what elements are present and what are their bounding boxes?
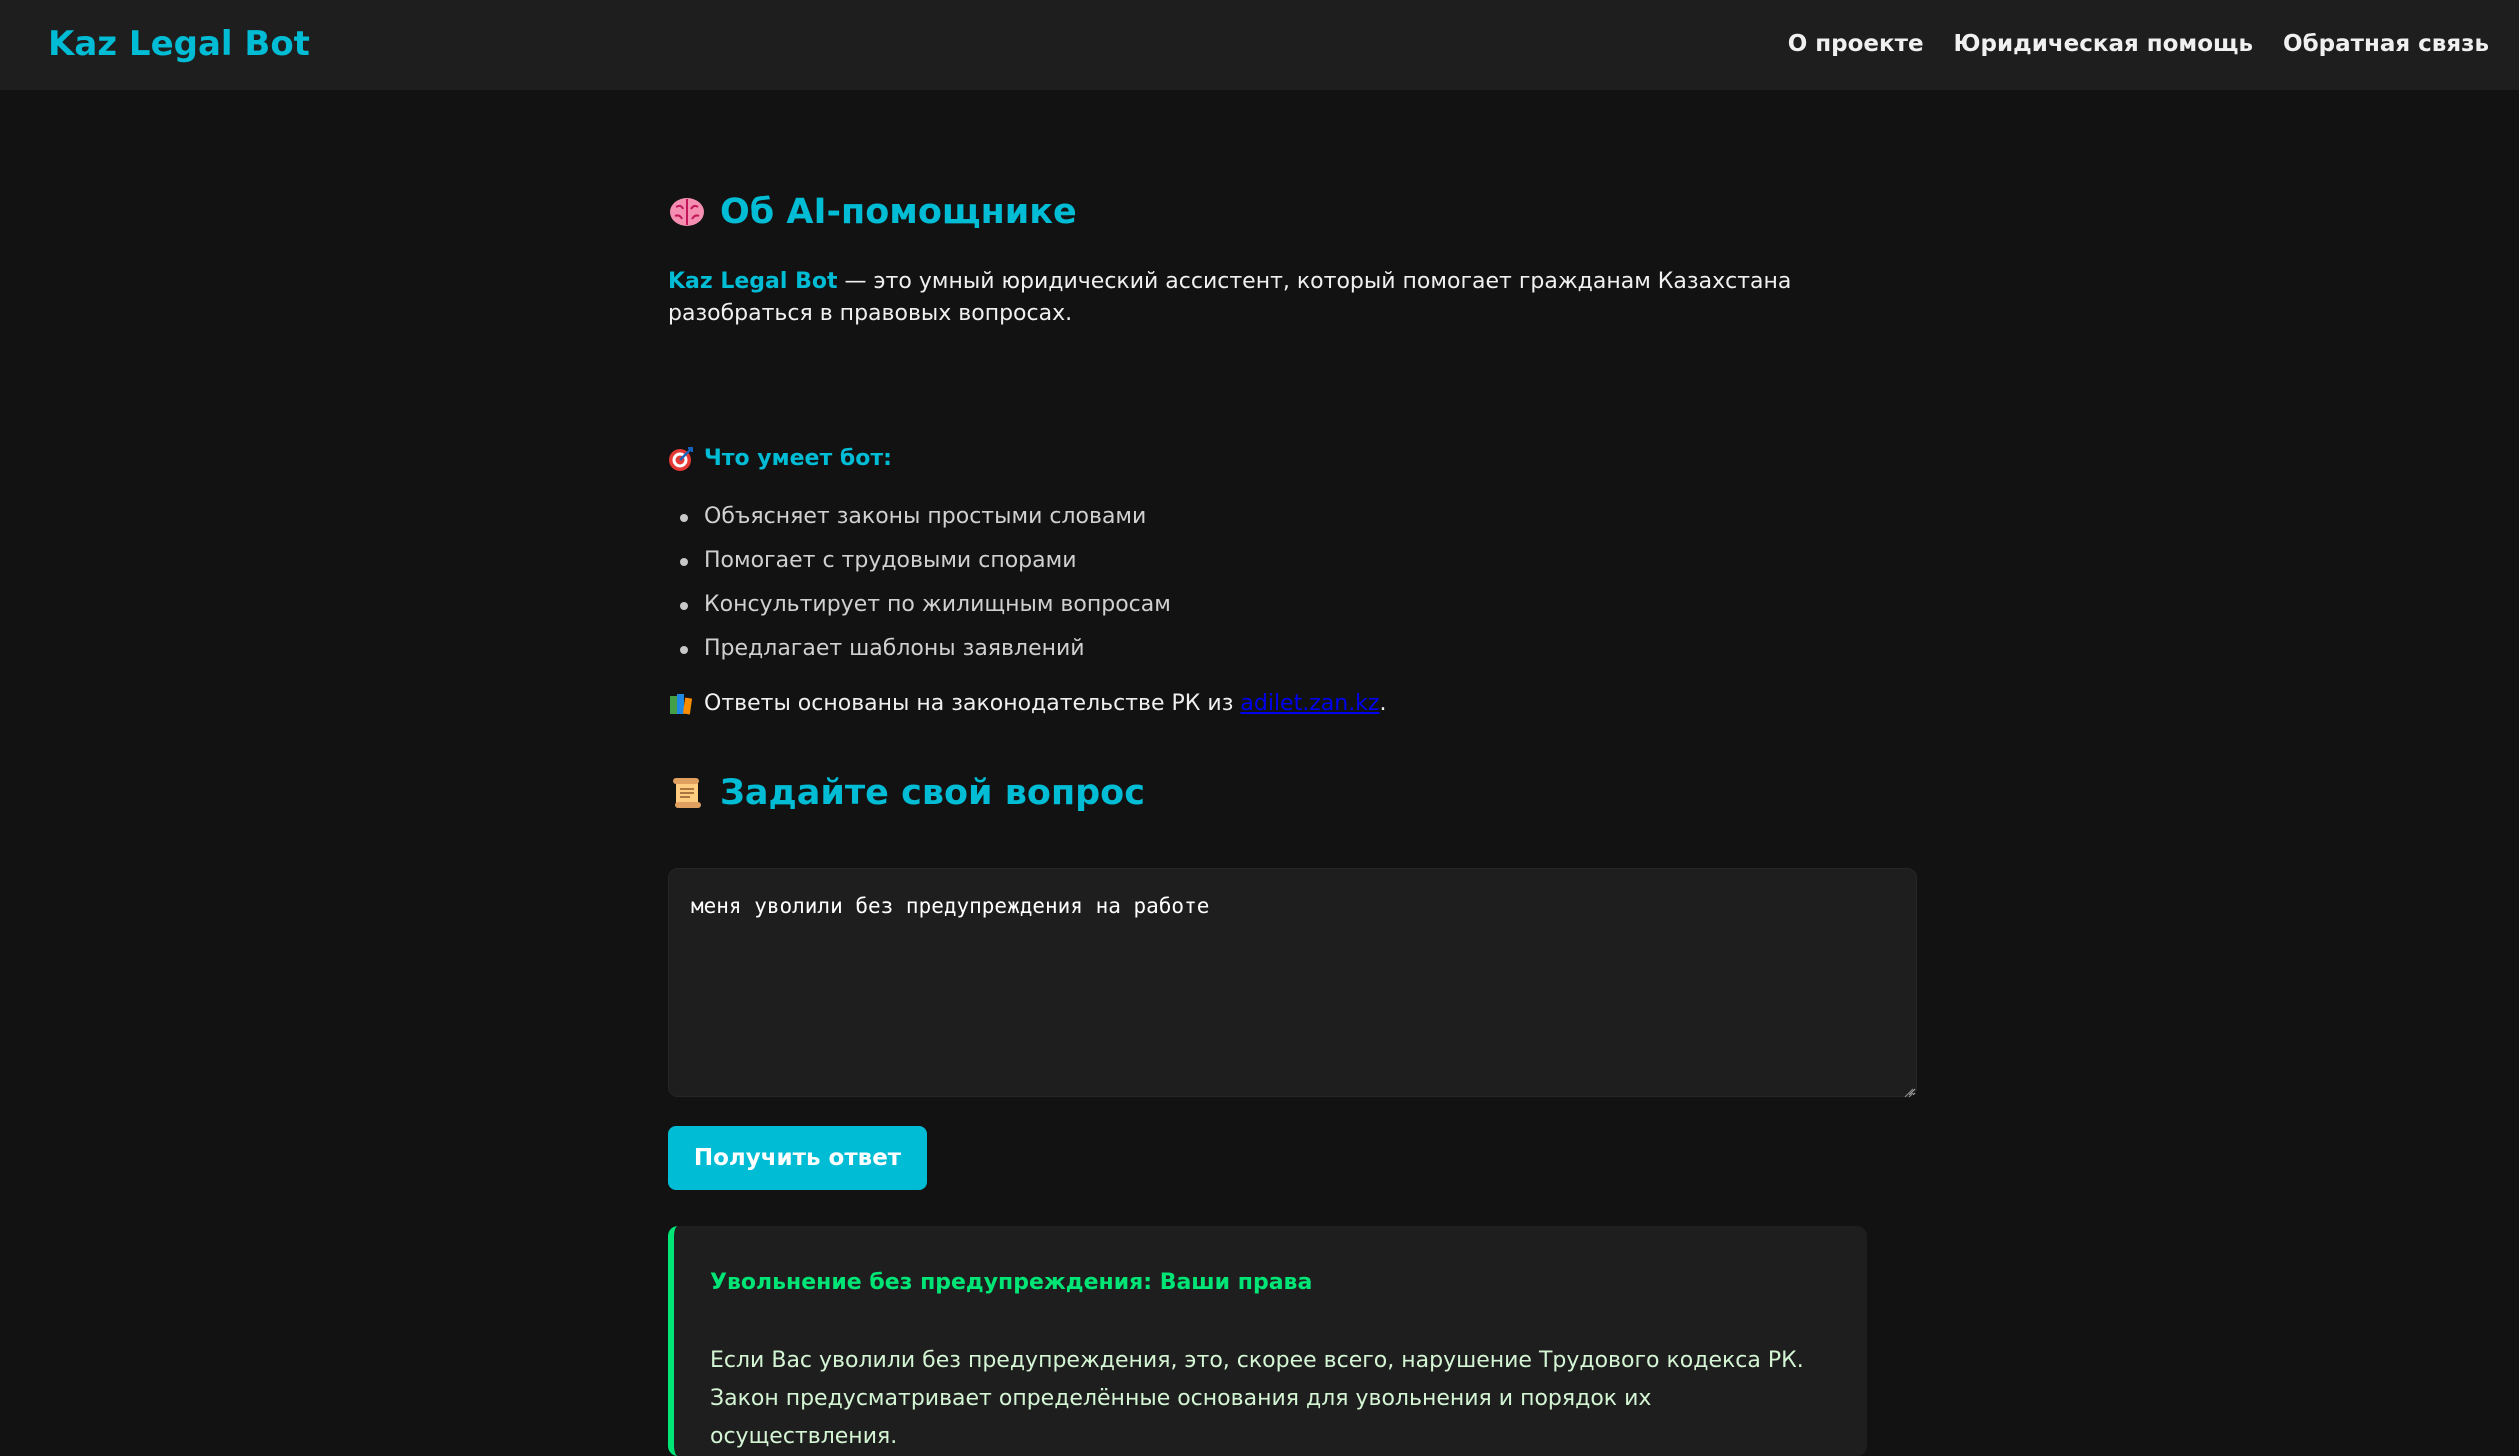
nav-links: О проекте Юридическая помощь Обратная св… — [1788, 26, 2489, 62]
about-section-title: Об AI-помощнике — [668, 187, 1077, 237]
nav-link-feedback[interactable]: Обратная связь — [2283, 26, 2489, 62]
answer-card: Увольнение без предупреждения: Ваши прав… — [668, 1226, 1867, 1456]
list-item: Консультирует по жилищным вопросам — [668, 583, 1171, 627]
source-link[interactable]: adilet.zan.kz — [1240, 691, 1379, 716]
features-heading: Что умеет бот: — [668, 442, 892, 476]
features-heading-text: Что умеет бот: — [704, 446, 892, 471]
top-navbar: Kaz Legal Bot О проекте Юридическая помо… — [0, 0, 2519, 90]
get-answer-button[interactable]: Получить ответ — [668, 1126, 927, 1190]
list-item: Объясняет законы простыми словами — [668, 495, 1171, 539]
books-icon — [668, 691, 694, 717]
target-icon — [668, 446, 694, 472]
scroll-icon — [668, 774, 706, 812]
resize-handle-icon[interactable] — [1902, 1083, 1914, 1098]
source-suffix: . — [1379, 691, 1387, 716]
brand-logo[interactable]: Kaz Legal Bot — [48, 20, 310, 68]
nav-link-legal-help[interactable]: Юридическая помощь — [1954, 26, 2253, 62]
ask-section-title: Задайте свой вопрос — [668, 768, 1145, 818]
list-item: Помогает с трудовыми спорами — [668, 539, 1171, 583]
question-input[interactable]: меня уволили без предупреждения на работ… — [668, 868, 1917, 1097]
answer-text: Если Вас уволили без предупреждения, это… — [710, 1348, 1804, 1449]
answer-title: Увольнение без предупреждения: Ваши прав… — [710, 1270, 1313, 1295]
source-line: Ответы основаны на законодательстве РК и… — [668, 687, 1386, 721]
ask-title-text: Задайте свой вопрос — [720, 773, 1145, 813]
intro-paragraph: Kaz Legal Bot — это умный юридический ас… — [668, 266, 1868, 330]
features-list: Объясняет законы простыми словами Помога… — [668, 495, 1171, 671]
list-item: Предлагает шаблоны заявлений — [668, 627, 1171, 671]
source-text: Ответы основаны на законодательстве РК и… — [704, 691, 1241, 716]
intro-highlight: Kaz Legal Bot — [668, 269, 838, 294]
brain-icon — [668, 193, 706, 231]
about-title-text: Об AI-помощнике — [720, 192, 1077, 232]
nav-link-about[interactable]: О проекте — [1788, 26, 1924, 62]
